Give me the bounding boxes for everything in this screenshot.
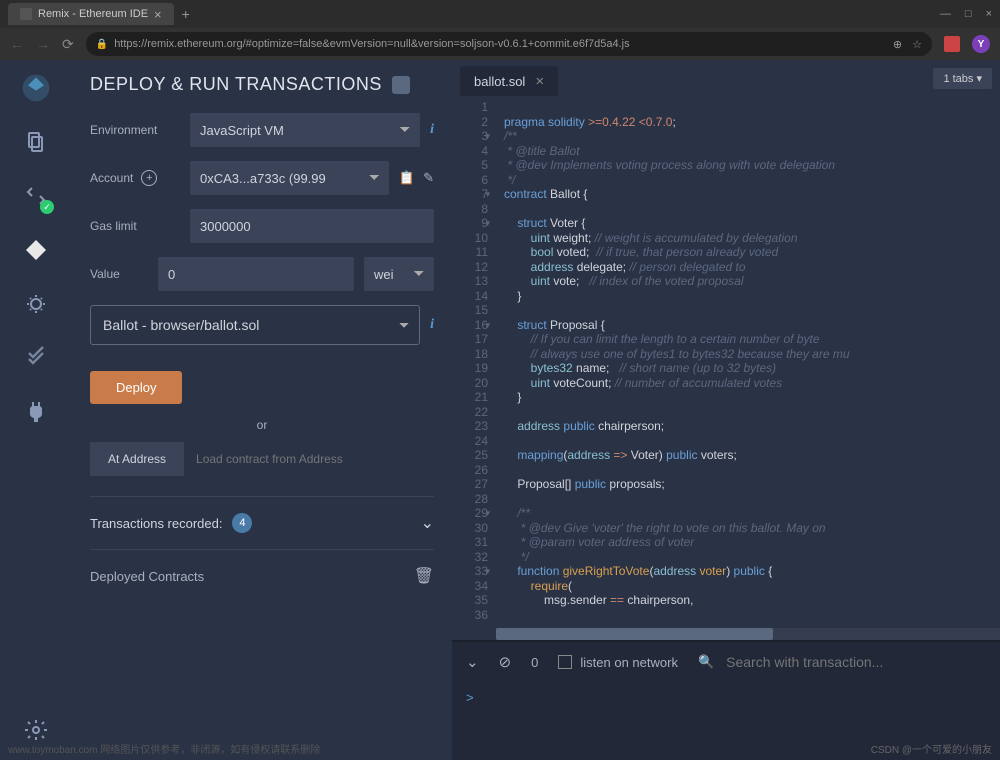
extension-icon[interactable] (944, 36, 960, 52)
forward-icon[interactable]: → (36, 36, 50, 52)
terminal-prompt: > (466, 690, 474, 705)
browser-tab[interactable]: Remix - Ethereum IDE × (8, 3, 174, 25)
account-select[interactable]: 0xCA3...a733c (99.99 (190, 161, 389, 195)
deploy-button[interactable]: Deploy (90, 371, 182, 404)
browser-tab-bar: Remix - Ethereum IDE × + — □ × (0, 0, 1000, 28)
maximize-icon[interactable]: □ (965, 8, 972, 20)
gas-limit-label: Gas limit (90, 219, 180, 233)
terminal-clear-icon[interactable]: ⊘ (499, 653, 512, 671)
account-label: Account + (90, 170, 180, 186)
at-address-button[interactable]: At Address (90, 442, 184, 476)
value-unit-select[interactable]: wei (364, 257, 434, 291)
clear-deployed-icon[interactable]: 🗑 (414, 566, 434, 586)
lock-icon: 🔒 (96, 39, 108, 50)
url-text: https://remix.ethereum.org/#optimize=fal… (114, 38, 887, 50)
new-tab-icon[interactable]: + (182, 6, 190, 22)
panel-title: DEPLOY & RUN TRANSACTIONS (90, 74, 434, 95)
code-content[interactable]: pragma solidity >=0.4.22 <0.7.0;/** * @t… (496, 96, 1000, 640)
contract-select[interactable]: Ballot - browser/ballot.sol (90, 305, 420, 345)
window-controls: — □ × (940, 8, 992, 20)
tab-favicon-icon (20, 8, 32, 20)
gas-limit-input[interactable] (190, 209, 434, 243)
tab-close-icon[interactable]: × (154, 7, 162, 22)
horizontal-scrollbar[interactable] (496, 628, 1000, 640)
debugger-icon[interactable] (20, 288, 52, 320)
compiler-success-badge: ✓ (40, 200, 54, 214)
value-label: Value (90, 267, 148, 281)
env-info-icon[interactable]: i (430, 122, 434, 138)
transactions-recorded-label: Transactions recorded: 4 (90, 513, 252, 533)
terminal-toggle-icon[interactable]: ⌄ (466, 653, 479, 671)
watermark-right: CSDN @一个可爱的小朋友 (871, 741, 992, 756)
compiler-icon[interactable]: ✓ (20, 180, 52, 212)
reload-icon[interactable]: ⟳ (62, 36, 74, 53)
browser-toolbar: ← → ⟳ 🔒 https://remix.ethereum.org/#opti… (0, 28, 1000, 60)
deploy-run-icon[interactable] (20, 234, 52, 266)
minimize-icon[interactable]: — (940, 8, 951, 20)
search-icon[interactable]: ⊕ (893, 38, 902, 51)
line-gutter: 123▾4567▾89▾10111213141516▾1718192021222… (452, 96, 496, 640)
tab-title: Remix - Ethereum IDE (38, 8, 148, 20)
editor-tab-bar: ballot.sol × 1 tabs ▾ (452, 60, 1000, 96)
listen-checkbox[interactable] (558, 655, 572, 669)
listen-label: listen on network (580, 655, 678, 670)
tabs-dropdown[interactable]: 1 tabs ▾ (933, 68, 992, 89)
editor-tab-close-icon[interactable]: × (535, 73, 544, 90)
terminal-search-input[interactable] (726, 654, 986, 670)
add-account-icon[interactable]: + (141, 170, 157, 186)
sidebar: ✓ (0, 60, 72, 760)
url-bar[interactable]: 🔒 https://remix.ethereum.org/#optimize=f… (86, 32, 932, 56)
deploy-panel: DEPLOY & RUN TRANSACTIONS Environment Ja… (72, 60, 452, 760)
plugin-icon[interactable] (20, 396, 52, 428)
value-input[interactable] (158, 257, 354, 291)
editor-tab[interactable]: ballot.sol × (460, 66, 558, 96)
environment-label: Environment (90, 123, 180, 137)
pending-tx-count: 0 (531, 655, 538, 670)
remix-logo-icon[interactable] (20, 72, 52, 104)
transactions-count-badge: 4 (232, 513, 252, 533)
terminal-search-icon[interactable]: 🔍 (698, 654, 714, 670)
edit-account-icon[interactable]: ✎ (423, 170, 434, 186)
file-explorer-icon[interactable] (20, 126, 52, 158)
copy-account-icon[interactable]: 📋 (399, 170, 415, 186)
or-divider: or (90, 418, 434, 432)
close-window-icon[interactable]: × (986, 8, 992, 20)
environment-select[interactable]: JavaScript VM (190, 113, 420, 147)
profile-avatar[interactable]: Y (972, 35, 990, 53)
back-icon[interactable]: ← (10, 36, 24, 52)
contract-info-icon[interactable]: i (430, 317, 434, 333)
star-icon[interactable]: ☆ (912, 38, 922, 51)
code-editor[interactable]: 123▾4567▾89▾10111213141516▾1718192021222… (452, 96, 1000, 640)
watermark-left: www.toymoban.com 网络图片仅供参考，非闭源，如有侵权请联系删除 (8, 741, 320, 756)
at-address-input[interactable] (184, 442, 434, 476)
deployed-contracts-label: Deployed Contracts (90, 569, 204, 584)
editor-tab-label: ballot.sol (474, 74, 525, 89)
transactions-expand-icon[interactable]: ⌄ (421, 513, 434, 533)
analysis-icon[interactable] (20, 342, 52, 374)
panel-doc-icon[interactable] (392, 76, 410, 94)
